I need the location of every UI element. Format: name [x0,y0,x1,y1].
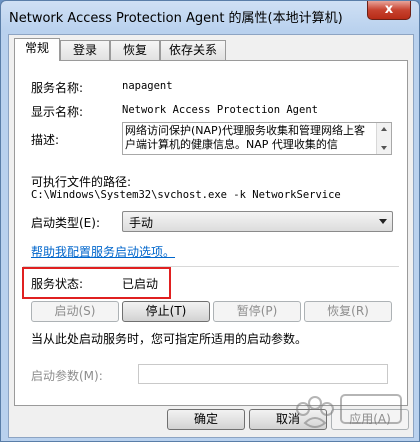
general-panel: 服务名称: napagent 显示名称: Network Access Prot… [14,60,408,406]
chevron-down-icon [379,219,387,224]
properties-window: Network Access Protection Agent 的属性(本地计算… [0,0,420,442]
title-bar[interactable]: Network Access Protection Agent 的属性(本地计算… [1,1,419,33]
tab-logon[interactable]: 登录 [60,40,110,60]
startup-type-select[interactable]: 手动 [122,211,393,232]
service-name-value: napagent [122,80,173,92]
pause-service-button[interactable]: 暂停(P) [213,301,301,322]
apply-button[interactable]: 应用(A) [331,409,409,430]
tab-recovery[interactable]: 恢复 [110,40,160,60]
tab-general[interactable]: 常规 [14,38,60,61]
start-params-label: 启动参数(M): [31,369,103,383]
start-service-button[interactable]: 启动(S) [31,301,119,322]
exec-path-label: 可执行文件的路径: [31,175,132,189]
exec-path-value: C:\Windows\System32\svchost.exe -k Netwo… [31,189,341,201]
resume-service-button[interactable]: 恢复(R) [304,301,392,322]
startup-type-label: 启动类型(E): [31,216,100,230]
service-status-value: 已启动 [122,277,159,291]
description-scrollbar[interactable] [376,123,391,154]
tab-dependencies[interactable]: 依存关系 [160,40,226,60]
window-title: Network Access Protection Agent 的属性(本地计算… [9,11,343,26]
scroll-up-icon[interactable] [381,127,387,131]
cancel-button[interactable]: 取消 [249,409,327,430]
scroll-down-icon[interactable] [381,146,387,150]
dialog-body: 常规 登录 恢复 依存关系 服务名称: napagent 显示名称: Netwo… [8,34,414,438]
start-params-hint: 当从此处启动服务时，您可指定所适用的启动参数。 [31,332,308,346]
display-name-value: Network Access Protection Agent [122,104,318,116]
service-status-label: 服务状态: [31,277,84,291]
help-config-link[interactable]: 帮助我配置服务启动选项。 [31,243,175,260]
description-label: 描述: [31,133,60,147]
startup-type-value: 手动 [129,216,154,230]
close-button[interactable]: x [367,1,411,20]
service-name-label: 服务名称: [31,81,84,95]
ok-button[interactable]: 确定 [167,409,245,430]
stop-service-button[interactable]: 停止(T) [122,301,210,322]
display-name-label: 显示名称: [31,105,84,119]
description-box[interactable]: 网络访问保护(NAP)代理服务收集和管理网络上客户端计算机的健康信息。NAP 代… [122,122,392,155]
description-text: 网络访问保护(NAP)代理服务收集和管理网络上客户端计算机的健康信息。NAP 代… [125,124,365,151]
start-params-input[interactable] [138,364,388,384]
